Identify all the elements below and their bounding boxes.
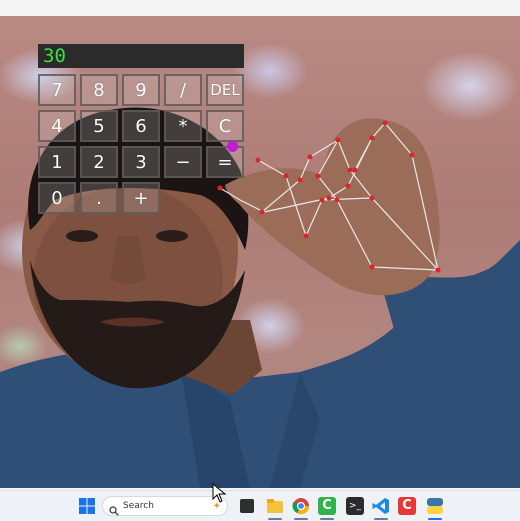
key-0[interactable]: 0 [38,182,76,214]
mouse-pointer-icon [212,482,227,507]
camera-feed [0,16,520,488]
windows-start-icon[interactable] [78,497,96,515]
key-1[interactable]: 1 [38,146,76,178]
key-minus[interactable]: − [164,146,202,178]
search-label: Search [123,501,154,511]
key-8[interactable]: 8 [80,74,118,106]
key-delete[interactable]: DEL [206,74,244,106]
file-explorer-icon[interactable] [266,497,284,515]
taskbar: Search ✦ C >_ C [0,482,520,521]
gesture-cursor-marker [227,141,238,152]
terminal-icon[interactable]: >_ [346,497,364,515]
python-icon[interactable] [426,497,444,515]
key-6[interactable]: 6 [122,110,160,142]
key-5[interactable]: 5 [80,110,118,142]
task-view-icon[interactable] [240,499,254,513]
search-icon [109,501,119,516]
key-plus[interactable]: + [122,182,160,214]
window-title-bar [0,0,520,17]
key-equals[interactable]: = [206,146,244,178]
key-7[interactable]: 7 [38,74,76,106]
calculator-display: 30 [38,44,244,68]
key-multiply[interactable]: * [164,110,202,142]
key-3[interactable]: 3 [122,146,160,178]
chrome-icon[interactable] [292,497,310,515]
key-4[interactable]: 4 [38,110,76,142]
red-app-icon[interactable]: C [398,497,416,515]
key-2[interactable]: 2 [80,146,118,178]
vscode-icon[interactable] [372,497,390,515]
taskbar-search-box[interactable]: Search ✦ [102,496,228,516]
key-9[interactable]: 9 [122,74,160,106]
key-decimal[interactable]: . [80,182,118,214]
camtasia-icon[interactable]: C [318,497,336,515]
webcam-image [0,107,520,488]
key-divide[interactable]: / [164,74,202,106]
key-clear[interactable]: C [206,110,244,142]
